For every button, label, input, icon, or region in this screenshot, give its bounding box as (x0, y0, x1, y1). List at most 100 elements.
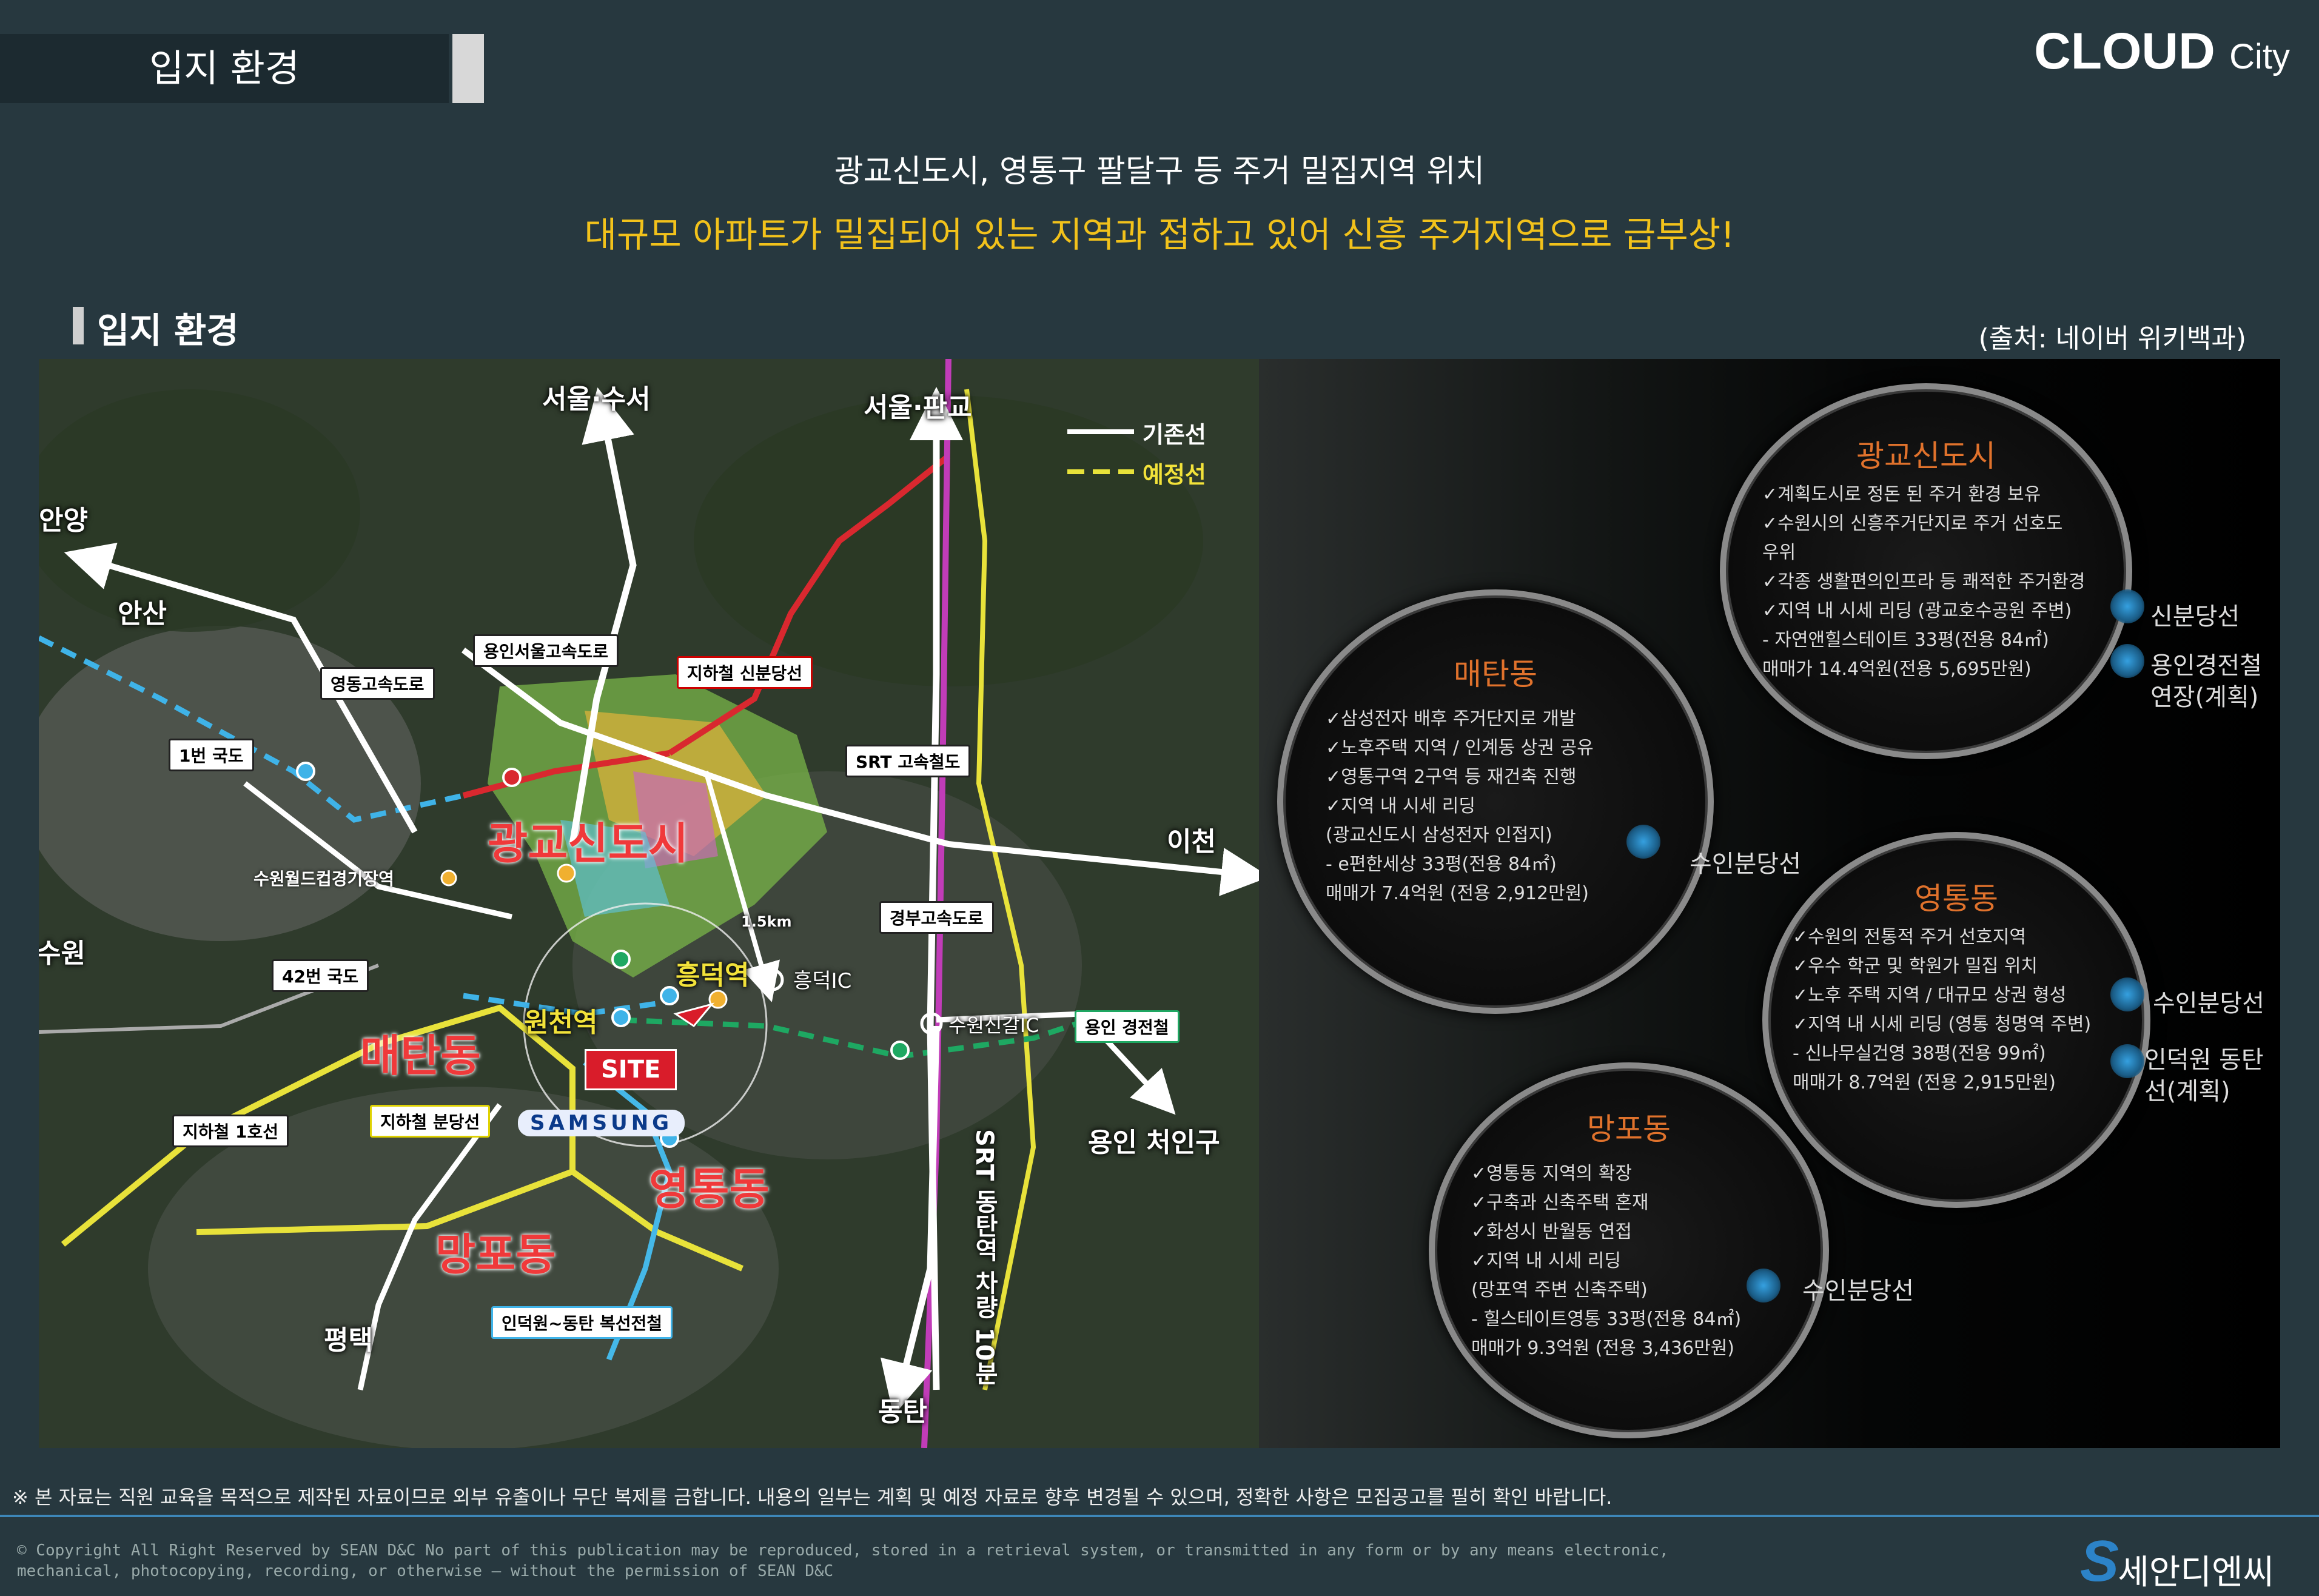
list-item: ✓지역 내 시세 리딩 (영통 청명역 주변) (1793, 1014, 2092, 1035)
list-item: (망포역 주변 신축주택) (1471, 1279, 1648, 1301)
box-gyeongbu-expressway: 경부고속도로 (879, 901, 994, 934)
list-item: ✓각종 생활편의인프라 등 쾌적한 주거환경 (1762, 571, 2086, 592)
tag-yongin-light-rail: 용인경전철 연장(계획) (2150, 652, 2262, 711)
circle-gwanggyo-items: ✓계획도시로 정돈 된 주거 환경 보유 ✓수원시의 신흥주거단지로 주거 선호… (1762, 480, 2085, 684)
section-title: 입지 환경 (97, 310, 239, 351)
tag-indeogwon-dongtan: 인덕원 동탄선(계획) (2144, 1046, 2264, 1105)
brand-sub: City (2229, 37, 2290, 76)
list-item: ✓수원시의 신흥주거단지로 주거 선호도 (1762, 513, 2063, 534)
circle-maetan-title: 매탄동 (1454, 657, 1537, 692)
tag-sinbundang: 신분당선 (2150, 603, 2240, 631)
box-srt: SRT 고속철도 (845, 745, 971, 777)
headline-line1: 광교신도시, 영통구 팔달구 등 주거 밀집지역 위치 (834, 153, 1485, 190)
box-worldcup-station: 수원월드컵경기장역 (253, 869, 394, 889)
box-yeongdong-expressway: 영동고속도로 (320, 667, 435, 700)
legend-existing: 기존선 (1143, 421, 1206, 448)
label-ansan: 안산 (118, 598, 167, 629)
list-item: ✓수원의 전통적 주거 선호지역 (1793, 927, 2026, 948)
list-item: 매매가 14.4억원(전용 5,695만원) (1762, 659, 2032, 680)
list-item: - e편한세상 33평(전용 84㎡) (1326, 854, 1557, 875)
list-item: 우위 (1762, 542, 1796, 563)
list-item: - 힐스테이트영통 33평(전용 84㎡) (1471, 1309, 1742, 1330)
station-woncheon: 원천역 (524, 1007, 598, 1038)
district-info-panel: 광교신도시 ✓계획도시로 정돈 된 주거 환경 보유 ✓수원시의 신흥주거단지로… (1259, 359, 2280, 1448)
line-dot-icon (2110, 977, 2144, 1011)
list-item: ✓노후 주택 지역 / 대규모 상권 형성 (1793, 985, 2067, 1006)
circle-mangpo-title: 망포동 (1587, 1112, 1671, 1147)
list-item: - 신나무실건영 38평(전용 99㎡) (1793, 1043, 2046, 1064)
copyright-text: © Copyright All Right Reserved by SEAN D… (17, 1541, 1669, 1580)
list-item: - 자연앤힐스테이트 33평(전용 84㎡) (1762, 629, 2049, 651)
legend-planned: 예정선 (1143, 461, 1206, 488)
location-map: 기존선 예정선 서울·수서 서울·판교 안양 안산 수원 이천 용인 처인구 평… (39, 359, 1259, 1448)
district-maetan: 매탄동 (360, 1030, 481, 1081)
label-pyeongtaek: 평택 (324, 1325, 373, 1356)
title-accent-block (452, 34, 484, 103)
source-note: (출처: 네이버 위키백과) (1978, 323, 2246, 354)
tag-suin-bundang-2: 수인분당선 (2153, 990, 2264, 1018)
circle-maetan-items: ✓삼성전자 배후 주거단지로 개발 ✓노후주택 지역 / 인계동 상권 공유 ✓… (1326, 705, 1594, 908)
list-item: 매매가 8.7억원 (전용 2,915만원) (1793, 1072, 2056, 1093)
headline-line2: 대규모 아파트가 밀집되어 있는 지역과 접하고 있어 신흥 주거지역으로 급부… (584, 214, 1735, 255)
list-item: ✓삼성전자 배후 주거단지로 개발 (1326, 708, 1576, 729)
box-yongin-seoul-expressway: 용인서울고속도로 (473, 634, 619, 667)
list-item: (광교신도시 삼성전자 인접지) (1326, 825, 1552, 846)
company-logo-text: 세안디엔씨 (2118, 1553, 2274, 1592)
tag-suin-bundang-3: 수인분당선 (1802, 1277, 1914, 1305)
box-indeogwon-dongtan: 인덕원~동탄 복선전철 (491, 1306, 673, 1339)
circle-yeongtong: 영통동 ✓수원의 전통적 주거 선호지역 ✓우수 학군 및 학원가 밀집 위치 … (1762, 832, 2150, 1208)
list-item: ✓우수 학군 및 학원가 밀집 위치 (1793, 956, 2038, 977)
section-marker (73, 307, 84, 344)
label-distance: 1.5km (741, 913, 792, 930)
company-logo-icon: S (2079, 1529, 2119, 1594)
label-suwon-sin-ic: 수원신갈IC (948, 1014, 1039, 1037)
box-line1: 지하철 1호선 (172, 1115, 289, 1147)
list-item: ✓영통구역 2구역 등 재건축 진행 (1326, 766, 1577, 788)
list-item: ✓지역 내 시세 리딩 (1471, 1250, 1621, 1272)
district-mangpo: 망포동 (435, 1229, 556, 1280)
brand-logo: CLOUD City (2034, 22, 2290, 81)
box-yongin-light-rail: 용인 경전철 (1075, 1010, 1180, 1043)
list-item: ✓지역 내 시세 리딩 (광교호수공원 주변) (1762, 600, 2072, 622)
circle-mangpo-items: ✓영통동 지역의 확장 ✓구축과 신축주택 혼재 ✓화성시 반월동 연접 ✓지역… (1471, 1159, 1741, 1363)
box-route42: 42번 국도 (272, 959, 369, 992)
circle-mangpo: 망포동 ✓영통동 지역의 확장 ✓구축과 신축주택 혼재 ✓화성시 반월동 연접… (1429, 1062, 1829, 1438)
page-title: 입지 환경 (149, 46, 300, 90)
circle-yeongtong-items: ✓수원의 전통적 주거 선호지역 ✓우수 학군 및 학원가 밀집 위치 ✓노후 … (1793, 923, 2091, 1098)
list-item: ✓구축과 신축주택 혼재 (1471, 1192, 1649, 1213)
label-suwon: 수원 (39, 938, 86, 969)
line-dot-icon (2110, 644, 2144, 678)
list-item: ✓영통동 지역의 확장 (1471, 1163, 1633, 1184)
label-anyang: 안양 (39, 505, 88, 536)
footer-divider (0, 1515, 2319, 1517)
legend-existing-line (1067, 429, 1134, 434)
box-sinbundang-line: 지하철 신분당선 (677, 656, 813, 689)
box-route1: 1번 국도 (169, 739, 254, 771)
site-marker: SITE (585, 1049, 677, 1090)
district-yeongtong: 영통동 (649, 1164, 770, 1215)
list-item: ✓지역 내 시세 리딩 (1326, 796, 1475, 817)
label-dongtan: 동탄 (878, 1396, 927, 1427)
label-yongin: 용인 처인구 (1088, 1127, 1220, 1158)
circle-gwanggyo-title: 광교신도시 (1856, 438, 1996, 474)
list-item: ✓노후주택 지역 / 인계동 상권 공유 (1326, 737, 1594, 759)
label-heungdeok-ic: 흥덕IC (793, 969, 852, 993)
circle-gwanggyo: 광교신도시 ✓계획도시로 정돈 된 주거 환경 보유 ✓수원시의 신흥주거단지로… (1720, 383, 2132, 759)
line-dot-icon (2110, 1044, 2144, 1078)
label-seoul-pangyo: 서울·판교 (864, 392, 972, 423)
district-gwanggyo: 광교신도시 (488, 818, 689, 869)
station-heungdeok: 흥덕역 (676, 960, 750, 991)
line-dot-icon (2110, 589, 2144, 623)
brand-main: CLOUD (2034, 22, 2215, 79)
label-seoul-suseo: 서울·수서 (542, 384, 651, 415)
legend-planned-line (1067, 469, 1134, 474)
list-item: 매매가 9.3억원 (전용 3,436만원) (1471, 1338, 1735, 1359)
line-dot-icon (1626, 825, 1660, 859)
box-bundang-line: 지하철 분당선 (370, 1105, 491, 1138)
samsung-label: SAMSUNG (518, 1110, 685, 1136)
circle-yeongtong-title: 영통동 (1915, 881, 1998, 916)
srt-travel-label: SRT 동탄역 차량 10분 (970, 1129, 998, 1386)
list-item: 매매가 7.4억원 (전용 2,912만원) (1326, 883, 1589, 904)
footer-notice: ※ 본 자료는 직원 교육을 목적으로 제작된 자료이므로 외부 유출이나 무단… (12, 1486, 1613, 1509)
line-dot-icon (1747, 1269, 1780, 1303)
